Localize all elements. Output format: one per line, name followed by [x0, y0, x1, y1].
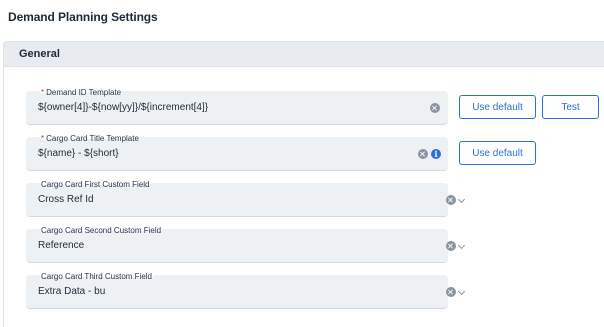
page-title: Demand Planning Settings: [8, 10, 158, 24]
cargo-card-title-template-value[interactable]: ${name} - ${short}: [38, 148, 119, 159]
required-mark: *: [41, 88, 45, 97]
cargo-card-title-template-label: * Cargo Card Title Template: [40, 134, 140, 144]
section-header: General: [4, 42, 604, 67]
use-default-button[interactable]: Use default: [459, 141, 536, 165]
use-default-button[interactable]: Use default: [459, 95, 536, 119]
cargo-card-second-custom-field-value: Reference: [38, 240, 85, 251]
section-title: General: [19, 48, 60, 60]
required-mark: *: [41, 134, 45, 143]
clear-icon[interactable]: [418, 149, 428, 159]
cargo-card-first-custom-field-label: Cargo Card First Custom Field: [40, 180, 151, 190]
clear-icon[interactable]: [446, 195, 456, 205]
clear-icon[interactable]: [430, 103, 440, 113]
cargo-card-second-custom-field-label: Cargo Card Second Custom Field: [40, 226, 163, 236]
cargo-card-second-custom-field-select[interactable]: Cargo Card Second Custom Field Reference: [26, 226, 466, 263]
cargo-card-title-template-field[interactable]: * Cargo Card Title Template ${name} - ${s…: [26, 134, 448, 171]
demand-id-template-field[interactable]: * Demand ID Template ${owner[4]}-${now[yy…: [26, 88, 448, 125]
cargo-card-third-custom-field-select[interactable]: Cargo Card Third Custom Field Extra Data…: [26, 272, 466, 309]
demand-id-template-label: * Demand ID Template: [40, 88, 123, 98]
clear-icon[interactable]: [446, 241, 456, 251]
demand-id-template-value[interactable]: ${owner[4]}-${now[yy]}/${increment[4]}: [38, 102, 208, 113]
clear-icon[interactable]: [446, 287, 456, 297]
cargo-card-first-custom-field-select[interactable]: Cargo Card First Custom Field Cross Ref …: [26, 180, 466, 217]
info-icon[interactable]: i: [431, 149, 441, 159]
cargo-card-first-custom-field-value: Cross Ref Id: [38, 194, 94, 205]
test-button[interactable]: Test: [542, 95, 599, 119]
cargo-card-third-custom-field-value: Extra Data - bu: [38, 286, 106, 297]
cargo-card-third-custom-field-label: Cargo Card Third Custom Field: [40, 272, 154, 282]
